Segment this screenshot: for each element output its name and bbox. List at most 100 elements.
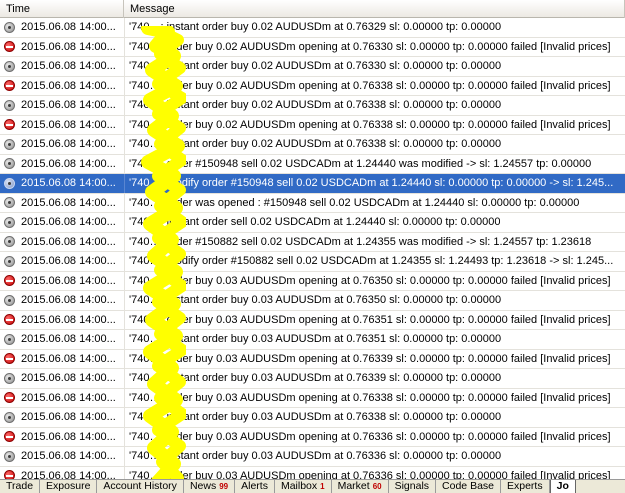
log-row[interactable]: 2015.06.08 14:00... '740…: instant order …	[0, 135, 625, 155]
log-row[interactable]: 2015.06.08 14:00... '740…: instant order …	[0, 369, 625, 389]
info-icon	[4, 99, 15, 111]
log-row[interactable]: 2015.06.08 14:00... '740…: instant order …	[0, 291, 625, 311]
journal-log-list[interactable]: 2015.06.08 14:00... '740…: instant order …	[0, 18, 625, 479]
tab-exposure[interactable]: Exposure	[40, 480, 98, 493]
tab-badge: 60	[372, 482, 382, 491]
tab-alerts[interactable]: Alerts	[235, 480, 275, 493]
log-row[interactable]: 2015.06.08 14:00... '740…: order #150882 …	[0, 232, 625, 252]
error-icon	[4, 470, 15, 479]
log-message-cell: '740…: order buy 0.03 AUDUSDm opening at…	[124, 466, 625, 479]
tab-label: Jo	[556, 480, 569, 492]
info-icon	[4, 333, 15, 345]
log-message-cell: '740…: instant order buy 0.03 AUDUSDm at…	[124, 291, 625, 310]
log-row[interactable]: 2015.06.08 14:00... '740…: instant order …	[0, 408, 625, 428]
log-row[interactable]: 2015.06.08 14:00... '740…: order buy 0.02…	[0, 76, 625, 96]
log-row[interactable]: 2015.06.08 14:00... '740…: order was open…	[0, 193, 625, 213]
log-time-cell: 2015.06.08 14:00...	[0, 177, 124, 189]
log-time-cell: 2015.06.08 14:00...	[0, 411, 124, 423]
log-time-cell: 2015.06.08 14:00...	[0, 314, 124, 326]
log-row[interactable]: 2015.06.08 14:00... '740…: instant order …	[0, 213, 625, 233]
log-message-cell: '740…: order #150882 sell 0.02 USDCADm a…	[124, 232, 625, 251]
log-message-cell: '740…: order was opened : #150948 sell 0…	[124, 193, 625, 212]
log-message: '740…: instant order buy 0.02 AUDUSDm at…	[129, 60, 502, 73]
log-time: 2015.06.08 14:00...	[21, 235, 116, 248]
log-message: '740…: order buy 0.03 AUDUSDm opening at…	[129, 313, 611, 326]
tab-label: Account History	[103, 480, 177, 492]
info-icon	[4, 177, 15, 189]
log-row[interactable]: 2015.06.08 14:00... '740…: instant order …	[0, 57, 625, 77]
log-row[interactable]: 2015.06.08 14:00... '740…: order buy 0.03…	[0, 310, 625, 330]
log-time-cell: 2015.06.08 14:00...	[0, 294, 124, 306]
log-time: 2015.06.08 14:00...	[21, 118, 116, 131]
terminal-tab-bar: Trade Exposure Account History News 99 Alerts…	[0, 479, 625, 493]
log-row[interactable]: 2015.06.08 14:00... '740…: instant order …	[0, 447, 625, 467]
log-message: '740…: instant order buy 0.02 AUDUSDm at…	[129, 99, 502, 112]
tab-account-history[interactable]: Account History	[97, 480, 184, 493]
tab-code-base[interactable]: Code Base	[436, 480, 501, 493]
log-row[interactable]: 2015.06.08 14:00... '740…: instant order …	[0, 18, 625, 38]
log-time: 2015.06.08 14:00...	[21, 430, 116, 443]
log-message-cell: '740…: order buy 0.02 AUDUSDm opening at…	[124, 76, 625, 95]
error-icon	[4, 314, 15, 326]
log-message-cell: '740…: instant order sell 0.02 USDCADm a…	[124, 213, 625, 232]
log-time-cell: 2015.06.08 14:00...	[0, 392, 124, 404]
log-row[interactable]: 2015.06.08 14:00... '740…: order buy 0.03…	[0, 427, 625, 447]
tab-trade[interactable]: Trade	[0, 480, 41, 493]
tab-signals[interactable]: Signals	[389, 480, 437, 493]
log-time-cell: 2015.06.08 14:00...	[0, 450, 124, 462]
log-message-cell: '740…: instant order buy 0.02 AUDUSDm at…	[124, 96, 625, 115]
log-time: 2015.06.08 14:00...	[21, 177, 116, 190]
log-row[interactable]: 2015.06.08 14:00... '740…: order buy 0.02…	[0, 115, 625, 135]
log-row[interactable]: 2015.06.08 14:00... '740…: order buy 0.03…	[0, 349, 625, 369]
log-row[interactable]: 2015.06.08 14:00... '740…: modify order #…	[0, 174, 625, 194]
tab-jo[interactable]: Jo	[549, 480, 576, 493]
log-time-cell: 2015.06.08 14:00...	[0, 236, 124, 248]
tab-news[interactable]: News 99	[184, 480, 236, 493]
error-icon	[4, 275, 15, 287]
log-time-cell: 2015.06.08 14:00...	[0, 119, 124, 131]
tab-experts[interactable]: Experts	[501, 480, 550, 493]
error-icon	[4, 119, 15, 131]
log-time-cell: 2015.06.08 14:00...	[0, 333, 124, 345]
log-message-cell: '740…: order buy 0.03 AUDUSDm opening at…	[124, 271, 625, 290]
column-header-time[interactable]: Time	[0, 0, 124, 18]
log-time: 2015.06.08 14:00...	[21, 196, 116, 209]
log-time-cell: 2015.06.08 14:00...	[0, 41, 124, 53]
tab-label: Mailbox	[280, 480, 318, 492]
log-time-cell: 2015.06.08 14:00...	[0, 353, 124, 365]
error-icon	[4, 41, 15, 53]
log-message-cell: '740…: instant order buy 0.03 AUDUSDm at…	[124, 447, 625, 466]
log-row[interactable]: 2015.06.08 14:00... '740…: instant order …	[0, 330, 625, 350]
log-message-cell: '740…: order buy 0.03 AUDUSDm opening at…	[124, 388, 625, 407]
tab-badge: 99	[219, 482, 229, 491]
log-message-cell: '740…: order buy 0.03 AUDUSDm opening at…	[124, 349, 625, 368]
log-message-cell: '740…: instant order buy 0.03 AUDUSDm at…	[124, 369, 625, 388]
error-icon	[4, 353, 15, 365]
log-message-cell: '740…: order buy 0.03 AUDUSDm opening at…	[124, 427, 625, 446]
log-time: 2015.06.08 14:00...	[21, 274, 116, 287]
log-message-cell: '740…: instant order buy 0.02 AUDUSDm at…	[124, 18, 625, 37]
log-time-cell: 2015.06.08 14:00...	[0, 197, 124, 209]
log-row[interactable]: 2015.06.08 14:00... '740…: modify order #…	[0, 252, 625, 272]
log-time: 2015.06.08 14:00...	[21, 216, 116, 229]
log-row[interactable]: 2015.06.08 14:00... '740…: order buy 0.03…	[0, 466, 625, 479]
log-time-cell: 2015.06.08 14:00...	[0, 372, 124, 384]
log-row[interactable]: 2015.06.08 14:00... '740…: instant order …	[0, 96, 625, 116]
tab-mailbox[interactable]: Mailbox 1	[275, 480, 332, 493]
log-time: 2015.06.08 14:00...	[21, 391, 116, 404]
info-icon	[4, 372, 15, 384]
info-icon	[4, 21, 15, 33]
log-time-cell: 2015.06.08 14:00...	[0, 470, 124, 479]
tab-market[interactable]: Market 60	[332, 480, 389, 493]
log-row[interactable]: 2015.06.08 14:00... '740…: order #150948 …	[0, 154, 625, 174]
log-row[interactable]: 2015.06.08 14:00... '740…: order buy 0.02…	[0, 37, 625, 57]
log-row[interactable]: 2015.06.08 14:00... '740…: order buy 0.03…	[0, 271, 625, 291]
log-time-cell: 2015.06.08 14:00...	[0, 275, 124, 287]
log-time: 2015.06.08 14:00...	[21, 352, 116, 365]
log-message: '740…: order buy 0.03 AUDUSDm opening at…	[129, 469, 611, 479]
log-message: '740…: order was opened : #150948 sell 0…	[129, 196, 580, 209]
tab-label: Experts	[507, 480, 543, 492]
log-row[interactable]: 2015.06.08 14:00... '740…: order buy 0.03…	[0, 388, 625, 408]
column-header-message[interactable]: Message	[124, 0, 625, 18]
log-message: '740…: modify order #150948 sell 0.02 US…	[129, 177, 614, 190]
